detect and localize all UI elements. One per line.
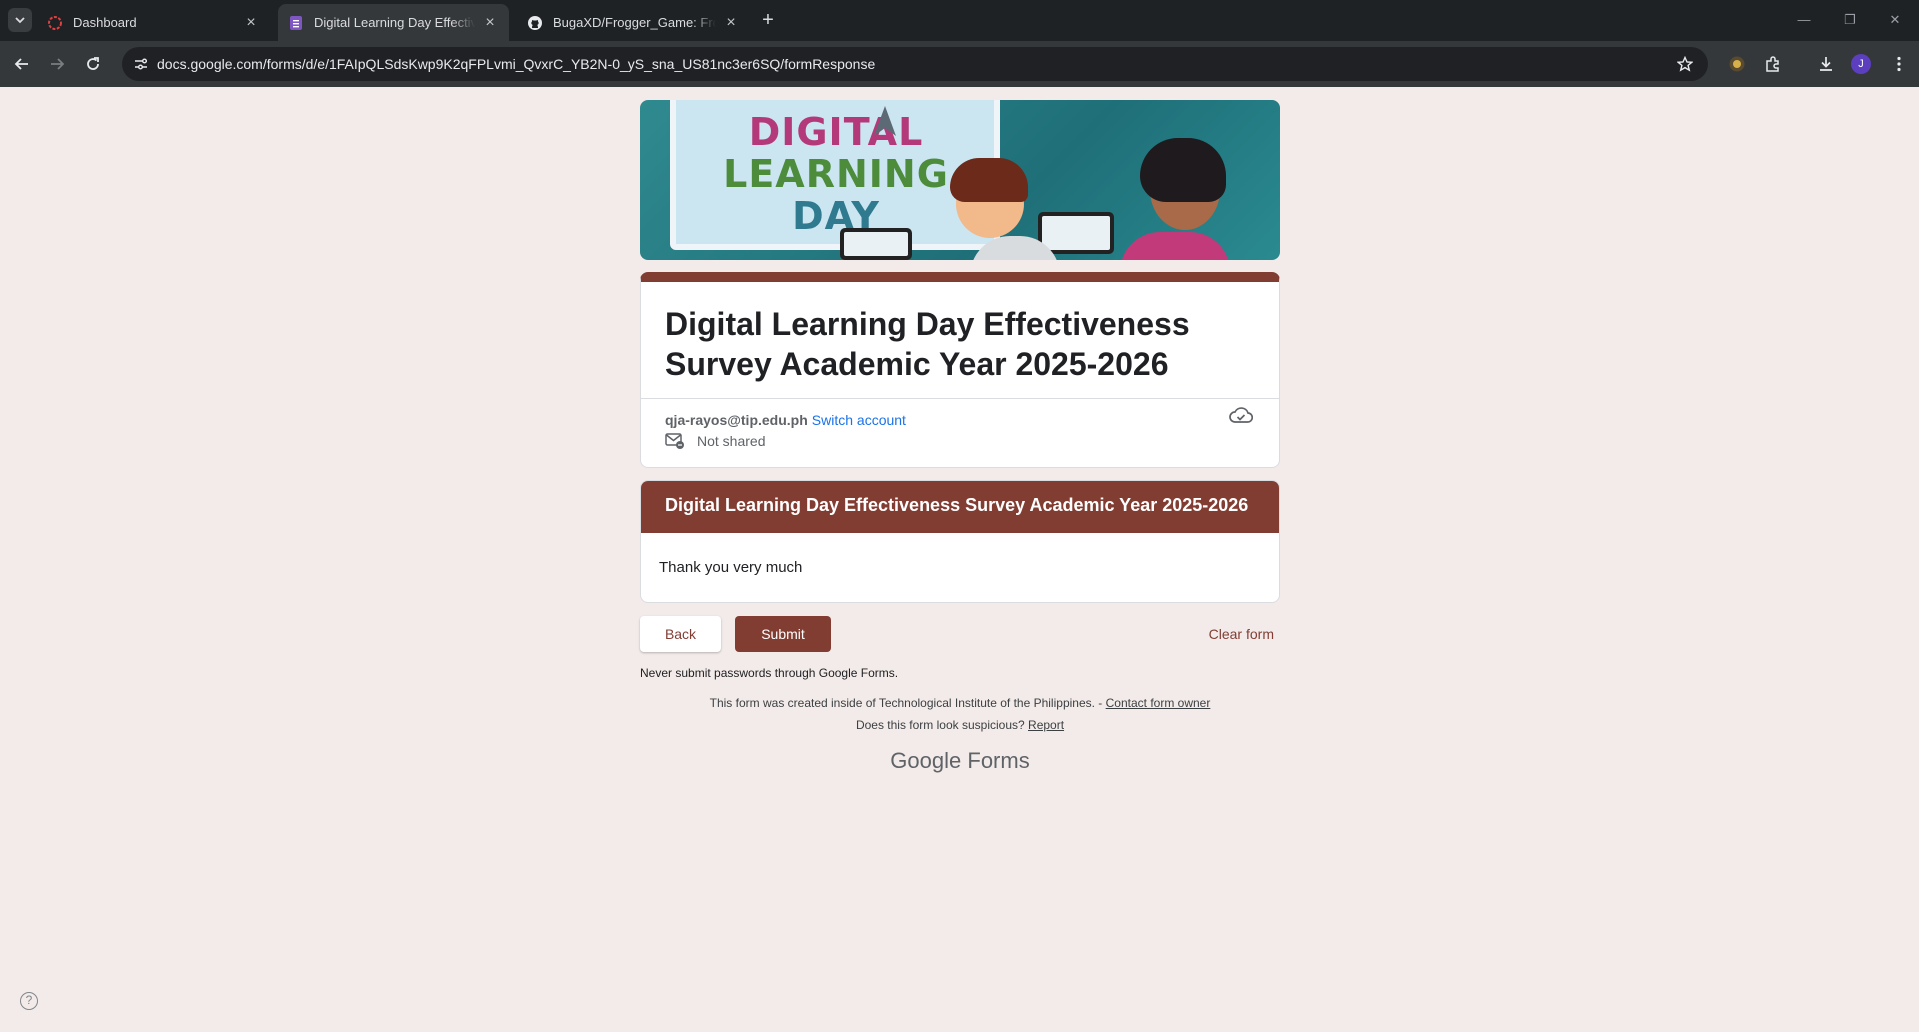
browser-toolbar: docs.google.com/forms/d/e/1FAIpQLSdsKwp9… [0,41,1919,115]
close-icon[interactable]: × [242,14,260,32]
chevron-down-icon [15,17,25,24]
page-content: DIGITAL LEARNING DAY Digital Learning Da… [0,87,1919,1032]
tab-dashboard[interactable]: Dashboard × [37,4,270,41]
github-favicon-icon [527,15,543,31]
close-icon[interactable]: × [722,14,740,32]
forward-arrow-icon[interactable] [43,50,71,78]
banner-text-line2: LEARNING [723,152,949,196]
back-arrow-icon[interactable] [8,50,36,78]
form-container: DIGITAL LEARNING DAY Digital Learning Da… [640,100,1280,774]
restore-icon[interactable]: ❐ [1836,8,1864,32]
tab-title: BugaXD/Frogger_Game: Frogger Game [553,15,716,30]
tab-bar: Dashboard × Digital Learning Day Effecti… [0,0,1919,41]
contact-owner-link[interactable]: Contact form owner [1106,696,1211,710]
suspicious-text: Does this form look suspicious? [855,718,1025,732]
password-warning: Never submit passwords through Google Fo… [640,666,899,680]
puzzle-extensions-icon[interactable] [1761,52,1785,76]
download-icon[interactable] [1814,52,1838,76]
profile-avatar[interactable]: J [1851,54,1871,74]
boy-hair [950,158,1028,202]
google-forms-logo[interactable]: Google Forms [640,748,1280,774]
site-info-icon[interactable] [131,54,151,74]
email-not-shared-icon [665,431,687,451]
shared-status-text: Not shared [697,433,766,449]
tab-search-button[interactable] [8,8,32,32]
form-actions: Back Submit Clear form [640,616,1280,652]
reload-icon[interactable] [79,50,107,78]
close-icon[interactable]: × [481,14,499,32]
form-header-image: DIGITAL LEARNING DAY [640,100,1280,260]
more-menu-icon[interactable] [1887,52,1911,76]
help-icon[interactable]: ? [20,992,38,1010]
tab-title: Digital Learning Day Effectiveness Surve… [314,15,475,30]
form-section-card: Digital Learning Day Effectiveness Surve… [640,480,1280,603]
window-close-icon[interactable]: ✕ [1881,8,1909,32]
tab-google-form[interactable]: Digital Learning Day Effectiveness Surve… [278,4,509,41]
girl-shirt [1120,232,1230,260]
account-email: qja-rayos@tip.edu.ph [665,412,808,428]
form-title-card: Digital Learning Day Effectiveness Surve… [640,272,1280,468]
report-link[interactable]: Report [1028,718,1064,732]
tablet-left [840,228,912,260]
form-title: Digital Learning Day Effectiveness Surve… [665,306,1190,382]
cloud-saved-icon[interactable] [1229,406,1255,428]
cursor-icon [874,106,896,136]
switch-account-link[interactable]: Switch account [812,412,906,428]
extension-icon[interactable] [1725,52,1749,76]
google-forms-favicon-icon [288,15,304,31]
account-row: qja-rayos@tip.edu.ph Switch account [641,399,1279,429]
banner-text-line1: DIGITAL [748,110,924,154]
forms-wordmark: Forms [967,748,1030,773]
suspicious-line: Does this form look suspicious? Report [640,718,1280,732]
girl-hair [1140,138,1226,202]
address-bar[interactable]: docs.google.com/forms/d/e/1FAIpQLSdsKwp9… [122,47,1708,81]
submit-button[interactable]: Submit [735,616,831,652]
banner-text-line3: DAY [792,194,880,238]
url-text: docs.google.com/forms/d/e/1FAIpQLSdsKwp9… [157,56,876,72]
shared-status-row: Not shared [641,429,1279,467]
banner-board: DIGITAL LEARNING DAY [670,100,1000,250]
clear-form-button[interactable]: Clear form [1209,616,1274,652]
google-wordmark: Google [890,748,962,773]
minimize-icon[interactable]: — [1790,8,1818,32]
bookmark-star-icon[interactable] [1674,53,1696,75]
form-origin-text: This form was created inside of Technolo… [709,696,1103,710]
section-title: Digital Learning Day Effectiveness Surve… [641,481,1279,533]
back-button[interactable]: Back [640,616,721,652]
new-tab-button[interactable]: + [756,8,780,32]
dashboard-favicon-icon [47,15,63,31]
tablet-right [1038,212,1114,254]
form-origin-line: This form was created inside of Technolo… [640,696,1280,710]
section-description: Thank you very much [659,559,803,576]
tab-title: Dashboard [73,15,137,30]
tab-github[interactable]: BugaXD/Frogger_Game: Frogger Game × [517,4,750,41]
